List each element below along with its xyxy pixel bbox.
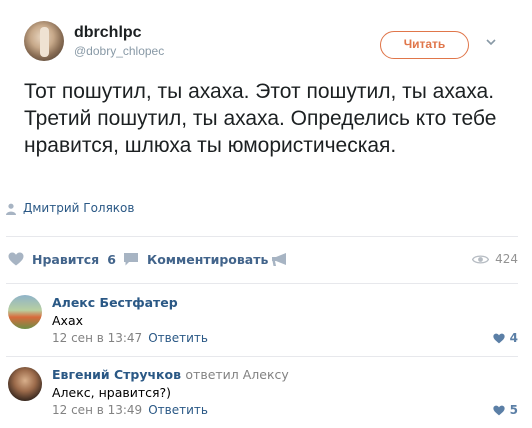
- follow-button[interactable]: Читать: [380, 31, 469, 59]
- views-count: 424: [495, 252, 518, 266]
- comment-item: Евгений Стручков ответил Алексу Алекс, н…: [0, 357, 532, 428]
- comment-text: Алекс, нравится?): [52, 385, 172, 400]
- tweet-handle[interactable]: @dobry_chlopec: [74, 44, 164, 58]
- heart-icon: [493, 333, 505, 343]
- comment-like-count: 5: [509, 403, 518, 417]
- tweet-author-avatar[interactable]: [24, 21, 64, 61]
- views-counter: 424: [472, 248, 518, 270]
- embedded-tweet: dbrchlpc @dobry_chlopec Читать Тот пошут…: [0, 0, 532, 195]
- replied-to[interactable]: ответил Алексу: [185, 367, 288, 382]
- comment-meta: 12 сен в 13:47 Ответить: [52, 331, 208, 345]
- like-count: 6: [107, 251, 116, 267]
- like-label: Нравится: [32, 251, 100, 267]
- heart-icon: [8, 252, 24, 266]
- comment-author: Евгений Стручков ответил Алексу: [52, 367, 289, 382]
- tweet-display-name[interactable]: dbrchlpc: [74, 24, 142, 42]
- comment-time[interactable]: 12 сен в 13:47: [52, 331, 142, 345]
- comment-meta: 12 сен в 13:49 Ответить: [52, 403, 208, 417]
- post-author-name[interactable]: Дмитрий Голяков: [23, 201, 134, 215]
- avatar[interactable]: [8, 367, 42, 401]
- user-icon: [6, 203, 16, 215]
- comment-like-button[interactable]: 5: [493, 403, 518, 417]
- share-button[interactable]: [271, 248, 297, 270]
- comment-label: Комментировать: [147, 251, 269, 267]
- tweet-text: Тот пошутил, ты ахаха. Этот пошутил, ты …: [24, 80, 497, 157]
- eye-icon: [472, 254, 490, 264]
- comment-like-count: 4: [509, 331, 518, 345]
- comment-button[interactable]: Комментировать: [123, 248, 268, 270]
- heart-icon: [493, 405, 505, 415]
- reply-button[interactable]: Ответить: [148, 403, 208, 417]
- divider: [6, 236, 518, 237]
- chevron-down-icon[interactable]: [485, 36, 497, 48]
- comment-author[interactable]: Алекс Бестфатер: [52, 295, 178, 310]
- comment-author-name[interactable]: Алекс Бестфатер: [52, 295, 178, 310]
- comment-like-button[interactable]: 4: [493, 331, 518, 345]
- comment-text: Ахах: [52, 313, 84, 328]
- comment-author-name[interactable]: Евгений Стручков: [52, 367, 181, 382]
- like-button[interactable]: Нравится 6: [8, 248, 116, 270]
- post-actions: Нравится 6 Комментировать 424: [0, 248, 532, 270]
- megaphone-icon: [272, 252, 286, 266]
- reply-button[interactable]: Ответить: [148, 331, 208, 345]
- comment-item: Алекс Бестфатер Ахах 12 сен в 13:47 Ответ…: [0, 284, 532, 356]
- comment-icon: [124, 252, 138, 265]
- avatar[interactable]: [8, 295, 42, 329]
- comment-time[interactable]: 12 сен в 13:49: [52, 403, 142, 417]
